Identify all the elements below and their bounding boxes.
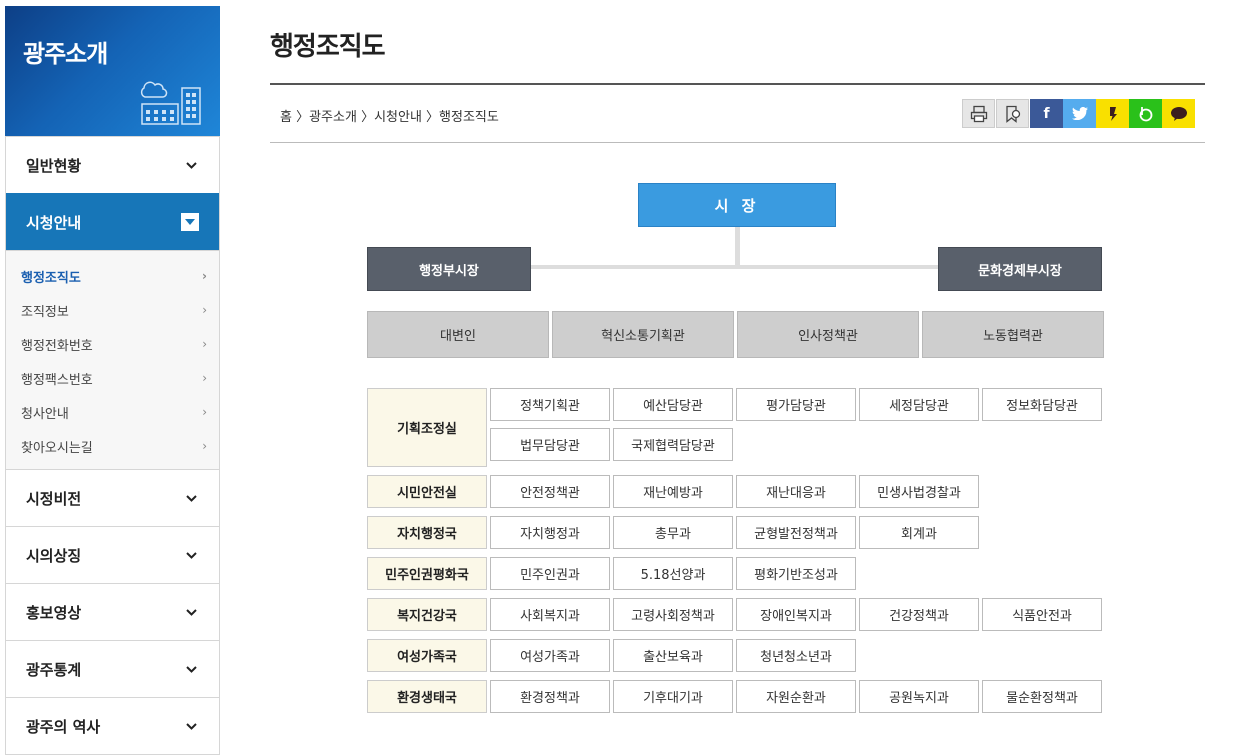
city-building-icon — [140, 81, 201, 125]
menu-item-symbols[interactable]: 시의상징 — [6, 526, 219, 583]
connector-line — [735, 227, 740, 267]
chevron-down-icon — [183, 718, 199, 734]
menu-item-label: 시의상징 — [26, 546, 82, 565]
sidebar-menu: 일반현황 시청안내 행정조직도 › 조직정보 › 행정전화번호 › 행정팩스번호… — [5, 136, 220, 755]
sidebar: 광주소개 일반현황 시청안내 행정조직도 › 조직정보 › 행정전화번호 › 행… — [5, 6, 220, 755]
division-item[interactable]: 환경정책과 — [490, 680, 610, 713]
division-item[interactable]: 정보화담당관 — [982, 388, 1102, 421]
org-staff-personnel[interactable]: 인사정책관 — [737, 311, 919, 358]
submenu-item-org-chart[interactable]: 행정조직도 › — [6, 259, 219, 293]
band-icon[interactable] — [1129, 99, 1162, 128]
division-item[interactable]: 식품안전과 — [982, 598, 1102, 631]
division-item[interactable]: 예산담당관 — [613, 388, 733, 421]
department-header[interactable]: 환경생태국 — [367, 680, 487, 713]
division-item[interactable]: 법무담당관 — [490, 428, 610, 461]
menu-item-history[interactable]: 광주의 역사 — [6, 697, 219, 754]
submenu-item-phone[interactable]: 행정전화번호 › — [6, 327, 219, 361]
department-header[interactable]: 자치행정국 — [367, 516, 487, 549]
submenu-item-label: 조직정보 — [21, 304, 69, 320]
menu-item-statistics[interactable]: 광주통계 — [6, 640, 219, 697]
menu-item-video[interactable]: 홍보영상 — [6, 583, 219, 640]
chevron-right-icon: › — [202, 269, 207, 283]
org-staff-innovation[interactable]: 혁신소통기획관 — [552, 311, 734, 358]
division-item[interactable]: 물순환정책과 — [982, 680, 1102, 713]
chevron-down-icon — [183, 157, 199, 173]
submenu-item-fax[interactable]: 행정팩스번호 › — [6, 361, 219, 395]
menu-item-label: 시청안내 — [26, 213, 82, 232]
division-item[interactable]: 건강정책과 — [859, 598, 979, 631]
division-item[interactable]: 세정담당관 — [859, 388, 979, 421]
division-item[interactable]: 평화기반조성과 — [736, 557, 856, 590]
division-item[interactable]: 회계과 — [859, 516, 979, 549]
division-item[interactable]: 여성가족과 — [490, 639, 610, 672]
division-item[interactable]: 평가담당관 — [736, 388, 856, 421]
chevron-right-icon: › — [202, 405, 207, 419]
division-item[interactable]: 사회복지과 — [490, 598, 610, 631]
kakaotalk-icon[interactable] — [1162, 99, 1195, 128]
chevron-down-icon — [183, 661, 199, 677]
chevron-down-icon — [183, 490, 199, 506]
division-item[interactable]: 정책기획관 — [490, 388, 610, 421]
division-item[interactable]: 청년청소년과 — [736, 639, 856, 672]
sidebar-title: 광주소개 — [23, 40, 108, 68]
submenu-item-building[interactable]: 청사안내 › — [6, 395, 219, 429]
division-item[interactable]: 공원녹지과 — [859, 680, 979, 713]
menu-item-label: 홍보영상 — [26, 603, 82, 622]
org-staff-spokesperson[interactable]: 대변인 — [367, 311, 549, 358]
chevron-right-icon: › — [202, 371, 207, 385]
chevron-down-icon — [183, 604, 199, 620]
submenu-item-org-info[interactable]: 조직정보 › — [6, 293, 219, 327]
menu-item-vision[interactable]: 시정비전 — [6, 469, 219, 526]
org-deputy-administration[interactable]: 행정부시장 — [367, 247, 531, 291]
division-item[interactable]: 기후대기과 — [613, 680, 733, 713]
department-header[interactable]: 민주인권평화국 — [367, 557, 487, 590]
submenu-item-label: 행정조직도 — [21, 270, 81, 286]
submenu: 행정조직도 › 조직정보 › 행정전화번호 › 행정팩스번호 › 청사안내 › … — [6, 250, 219, 469]
department-header[interactable]: 시민안전실 — [367, 475, 487, 508]
sidebar-header: 광주소개 — [5, 6, 220, 136]
submenu-item-label: 행정팩스번호 — [21, 372, 93, 388]
menu-item-label: 일반현황 — [26, 156, 82, 175]
division-item[interactable]: 자치행정과 — [490, 516, 610, 549]
division-item[interactable]: 자원순환과 — [736, 680, 856, 713]
chevron-right-icon: › — [202, 303, 207, 317]
chevron-right-icon: › — [202, 337, 207, 351]
org-chart: 시 장 행정부시장 문화경제부시장 대변인 혁신소통기획관 인사정책관 노동협력… — [367, 0, 1107, 723]
division-item[interactable]: 5.18선양과 — [613, 557, 733, 590]
division-item[interactable]: 고령사회정책과 — [613, 598, 733, 631]
submenu-item-label: 찾아오시는길 — [21, 440, 93, 456]
submenu-item-directions[interactable]: 찾아오시는길 › — [6, 429, 219, 463]
org-staff-labor[interactable]: 노동협력관 — [922, 311, 1104, 358]
org-deputy-culture-economy[interactable]: 문화경제부시장 — [938, 247, 1102, 291]
menu-item-general[interactable]: 일반현황 — [6, 136, 219, 193]
menu-item-cityhall[interactable]: 시청안내 — [6, 193, 219, 250]
submenu-item-label: 청사안내 — [21, 406, 69, 422]
division-item[interactable]: 민생사법경찰과 — [859, 475, 979, 508]
division-item[interactable]: 출산보육과 — [613, 639, 733, 672]
department-header[interactable]: 여성가족국 — [367, 639, 487, 672]
division-item[interactable]: 재난예방과 — [613, 475, 733, 508]
division-item[interactable]: 민주인권과 — [490, 557, 610, 590]
division-item[interactable]: 균형발전정책과 — [736, 516, 856, 549]
department-header[interactable]: 복지건강국 — [367, 598, 487, 631]
menu-item-label: 광주의 역사 — [26, 717, 101, 736]
connector-line — [531, 265, 938, 269]
submenu-item-label: 행정전화번호 — [21, 338, 93, 354]
division-item[interactable]: 총무과 — [613, 516, 733, 549]
division-item[interactable]: 국제협력담당관 — [613, 428, 733, 461]
department-header[interactable]: 기획조정실 — [367, 388, 487, 467]
division-item[interactable]: 장애인복지과 — [736, 598, 856, 631]
org-mayor[interactable]: 시 장 — [638, 183, 836, 227]
menu-item-label: 시정비전 — [26, 489, 82, 508]
chevron-down-icon — [183, 547, 199, 563]
menu-item-label: 광주통계 — [26, 660, 82, 679]
chevron-down-icon — [181, 213, 199, 231]
chevron-right-icon: › — [202, 439, 207, 453]
division-item[interactable]: 안전정책관 — [490, 475, 610, 508]
division-item[interactable]: 재난대응과 — [736, 475, 856, 508]
